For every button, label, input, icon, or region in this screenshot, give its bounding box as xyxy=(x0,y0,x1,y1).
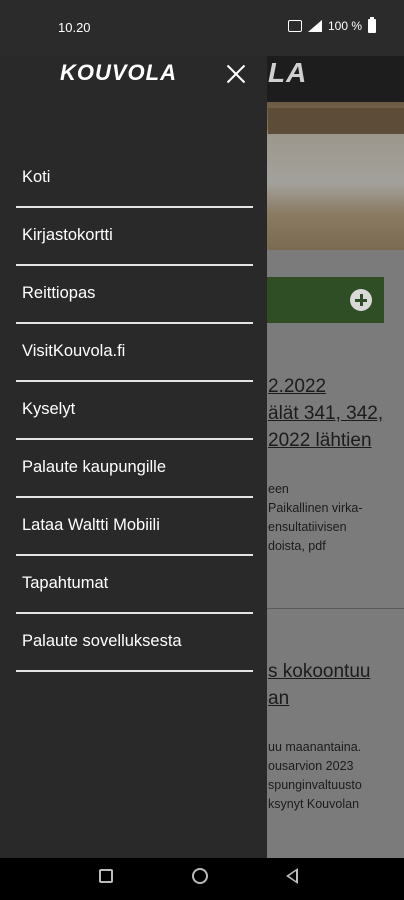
menu-item-tapahtumat[interactable]: Tapahtumat xyxy=(16,556,253,614)
close-icon[interactable] xyxy=(222,60,250,88)
article-title-line[interactable]: 2022 lähtien xyxy=(268,427,372,454)
article-body-line: spunginvaltuusto xyxy=(268,778,362,792)
article-body-line: ousarvion 2023 xyxy=(268,759,354,773)
kouvola-logo: KOUVOLA xyxy=(60,60,177,85)
home-icon[interactable] xyxy=(192,868,208,884)
article-body-line: doista, pdf xyxy=(268,539,326,553)
plus-icon xyxy=(350,289,372,311)
system-nav-bar xyxy=(0,858,404,900)
navigation-drawer: KOUVOLA Koti Kirjastokortti Reittiopas V… xyxy=(0,0,267,858)
article-body-line: ksynyt Kouvolan xyxy=(268,797,360,811)
article-body-line: een xyxy=(268,482,289,496)
background-logo-fragment: LA xyxy=(268,57,308,88)
menu-item-visitkouvola[interactable]: VisitKouvola.fi xyxy=(16,324,253,382)
signal-icon xyxy=(307,20,322,32)
article-title-line[interactable]: an xyxy=(268,685,289,712)
article-title-line[interactable]: 2.2022 xyxy=(268,373,326,400)
status-time: 10.20 xyxy=(58,20,91,35)
hero-image-trees xyxy=(268,108,404,134)
menu-item-palaute-kaupungille[interactable]: Palaute kaupungille xyxy=(16,440,253,498)
menu-item-koti[interactable]: Koti xyxy=(16,150,253,208)
battery-percent: 100 % xyxy=(327,19,362,33)
menu-item-kirjastokortti[interactable]: Kirjastokortti xyxy=(16,208,253,266)
article-body-line: uu maanantaina. xyxy=(268,740,362,754)
recents-icon[interactable] xyxy=(99,869,113,883)
article-title-line[interactable]: älät 341, 342, xyxy=(268,400,383,427)
menu-item-kyselyt[interactable]: Kyselyt xyxy=(16,382,253,440)
article-body-line: Paikallinen virka- xyxy=(268,501,363,515)
menu-item-palaute-sovelluksesta[interactable]: Palaute sovelluksesta xyxy=(16,614,253,672)
status-icons: 100 % xyxy=(287,17,376,33)
article-body-line: ensultatiivisen xyxy=(268,520,347,534)
menu-item-waltti-mobiili[interactable]: Lataa Waltti Mobiili xyxy=(16,498,253,556)
back-icon[interactable] xyxy=(286,868,298,884)
menu-item-reittiopas[interactable]: Reittiopas xyxy=(16,266,253,324)
article-title-line[interactable]: s kokoontuu xyxy=(268,658,370,685)
article-divider xyxy=(256,608,404,609)
drawer-menu: Koti Kirjastokortti Reittiopas VisitKouv… xyxy=(16,150,253,672)
status-bar: 10.20 100 % xyxy=(0,0,404,56)
sim-icon xyxy=(287,20,302,32)
battery-icon xyxy=(368,17,376,33)
